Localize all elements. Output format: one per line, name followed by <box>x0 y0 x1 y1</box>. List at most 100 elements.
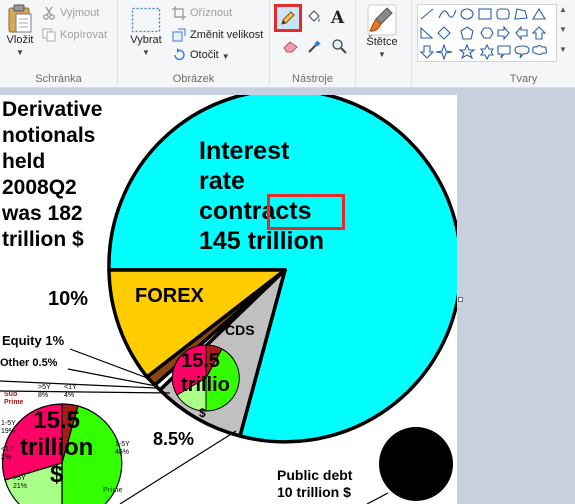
shapes-gallery <box>417 4 557 62</box>
equity-label: Equity 1% <box>2 333 65 348</box>
headline-text: Derivative notionals held 2008Q2 was 182… <box>2 98 103 251</box>
select-label: Vybrat <box>130 34 162 46</box>
eraser-tool-button[interactable] <box>283 39 299 58</box>
brush-icon <box>367 4 397 36</box>
copy-button[interactable]: Kopírovat <box>42 28 107 42</box>
paint-bucket-icon <box>308 10 320 22</box>
tools-group-label: Nástroje <box>292 73 333 85</box>
brushes-label: Štětce <box>366 36 398 48</box>
shapes-group: ▲ ▼ ▼ Tvary <box>411 0 575 88</box>
detail-label-left-2: <1Y 2% <box>1 446 14 461</box>
pencil-icon <box>281 11 295 25</box>
canvas-resize-handle-right[interactable] <box>458 297 463 302</box>
shapes-group-label: Tvary <box>509 73 538 85</box>
rotate-icon <box>174 48 185 61</box>
paste-label: Vložit <box>6 34 34 46</box>
shapes-scroll-up-button[interactable]: ▲ <box>559 5 567 14</box>
shapes-scroll-down-button[interactable]: ▼ <box>559 25 567 34</box>
pencil-tool-button[interactable] <box>274 4 302 32</box>
five-point-star-shape-icon <box>458 43 476 60</box>
detail-label-left-1: 1-5Y 19% <box>1 420 16 435</box>
image-group: Vybrat ▼ Oříznout Změnit velikost Otočit… <box>118 0 270 88</box>
chevron-down-icon: ▼ <box>16 48 24 57</box>
public-debt-leader-line <box>366 492 389 504</box>
clipboard-group: Vložit ▼ Vyjmout Kopírovat Schránka <box>0 0 118 88</box>
brushes-group: Štětce ▼ <box>356 0 408 88</box>
fill-tool-button[interactable] <box>306 9 322 30</box>
public-debt-label: Public debt 10 trillion $ <box>277 467 353 500</box>
clipboard-icon <box>8 4 32 33</box>
text-tool-button[interactable]: A <box>331 8 344 28</box>
hexagon-shape-icon <box>480 27 494 39</box>
detail-label-top-b: <1Y 4% <box>64 384 77 399</box>
cds-label: CDS <box>225 322 255 338</box>
text-tool-icon: A <box>331 8 345 28</box>
detail-label-right: 1-5Y 46% <box>115 441 130 456</box>
magnifier-tool-button[interactable] <box>331 38 347 59</box>
right-triangle-shape-icon <box>420 26 434 39</box>
brushes-button[interactable]: Štětce ▼ <box>362 4 402 59</box>
color-picker-tool-button[interactable] <box>307 38 323 59</box>
oval-shape-icon <box>460 8 474 20</box>
resize-label: Změnit velikost <box>190 29 264 41</box>
chevron-down-icon: ▼ <box>142 48 150 57</box>
rounded-rectangle-shape-icon <box>496 8 510 20</box>
pentagon-shape-icon <box>460 26 474 40</box>
line-shape-icon <box>420 8 434 20</box>
public-debt-circle <box>379 427 453 501</box>
shapes-grid <box>419 7 548 61</box>
right-arrow-shape-icon <box>497 25 510 41</box>
paste-button[interactable]: Vložit ▼ <box>3 4 37 57</box>
chevron-down-icon: ▼ <box>378 50 386 59</box>
eraser-icon <box>283 41 298 53</box>
scissors-icon <box>43 6 55 20</box>
left-arrow-shape-icon <box>515 25 528 41</box>
oval-callout-shape-icon <box>514 45 530 59</box>
shapes-expand-button[interactable]: ▼ <box>559 45 567 54</box>
magnifier-icon <box>332 39 347 54</box>
eyedropper-icon <box>308 40 321 53</box>
six-point-star-shape-icon <box>479 43 495 61</box>
copy-label: Kopírovat <box>60 29 108 41</box>
copy-icon <box>42 28 56 42</box>
cut-button[interactable]: Vyjmout <box>42 6 99 20</box>
tools-group: A Nástroje <box>270 0 356 88</box>
cds-mini-pie-text: 15.5 trillio <box>181 350 230 396</box>
crop-label: Oříznout <box>190 7 233 19</box>
clipboard-group-label: Schránka <box>35 73 82 85</box>
select-rectangle-icon <box>131 7 161 33</box>
rotate-button[interactable]: Otočit ▼ <box>172 48 230 62</box>
detail-label-left-3: >5Y 21% <box>13 475 28 490</box>
zoom-line-upper <box>0 390 171 394</box>
crop-button[interactable]: Oříznout <box>172 6 232 20</box>
up-arrow-shape-icon <box>531 26 547 40</box>
crop-icon <box>172 6 186 20</box>
image-group-label: Obrázek <box>172 73 215 85</box>
cloud-callout-shape-icon <box>532 44 548 56</box>
resize-button[interactable]: Změnit velikost <box>172 28 263 42</box>
detail-label-prime: Prime <box>103 487 123 494</box>
rotate-label: Otočit <box>190 49 219 61</box>
detail-label-top-a: >5Y 8% <box>38 384 51 399</box>
cds-mini-dollar-text: $ <box>199 406 206 420</box>
cds-detail-pie-text: 15.5 trillion $ <box>20 407 94 488</box>
triangle-shape-icon <box>532 7 546 20</box>
cds-percent-text: 8.5% <box>153 429 195 449</box>
highlight-box <box>267 194 345 230</box>
detail-label-sub-prime: Sub Prime <box>4 391 24 406</box>
forex-percent-text: 10% <box>48 288 89 310</box>
drawing-canvas[interactable]: Derivative notionals held 2008Q2 was 182… <box>0 95 457 504</box>
rectangle-shape-icon <box>478 8 492 20</box>
curve-shape-icon <box>438 9 457 19</box>
ribbon-toolbar: Vložit ▼ Vyjmout Kopírovat Schránka Vybr… <box>0 0 575 88</box>
diamond-shape-icon <box>437 26 451 40</box>
select-button[interactable]: Vybrat ▼ <box>126 6 166 57</box>
four-point-star-shape-icon <box>435 43 453 61</box>
down-arrow-shape-icon <box>419 45 435 59</box>
other-label: Other 0.5% <box>0 357 58 369</box>
resize-icon <box>172 28 186 42</box>
chevron-down-icon: ▼ <box>221 51 230 61</box>
polygon-shape-icon <box>514 8 528 20</box>
rect-callout-shape-icon <box>497 45 511 59</box>
cut-label: Vyjmout <box>60 7 100 19</box>
